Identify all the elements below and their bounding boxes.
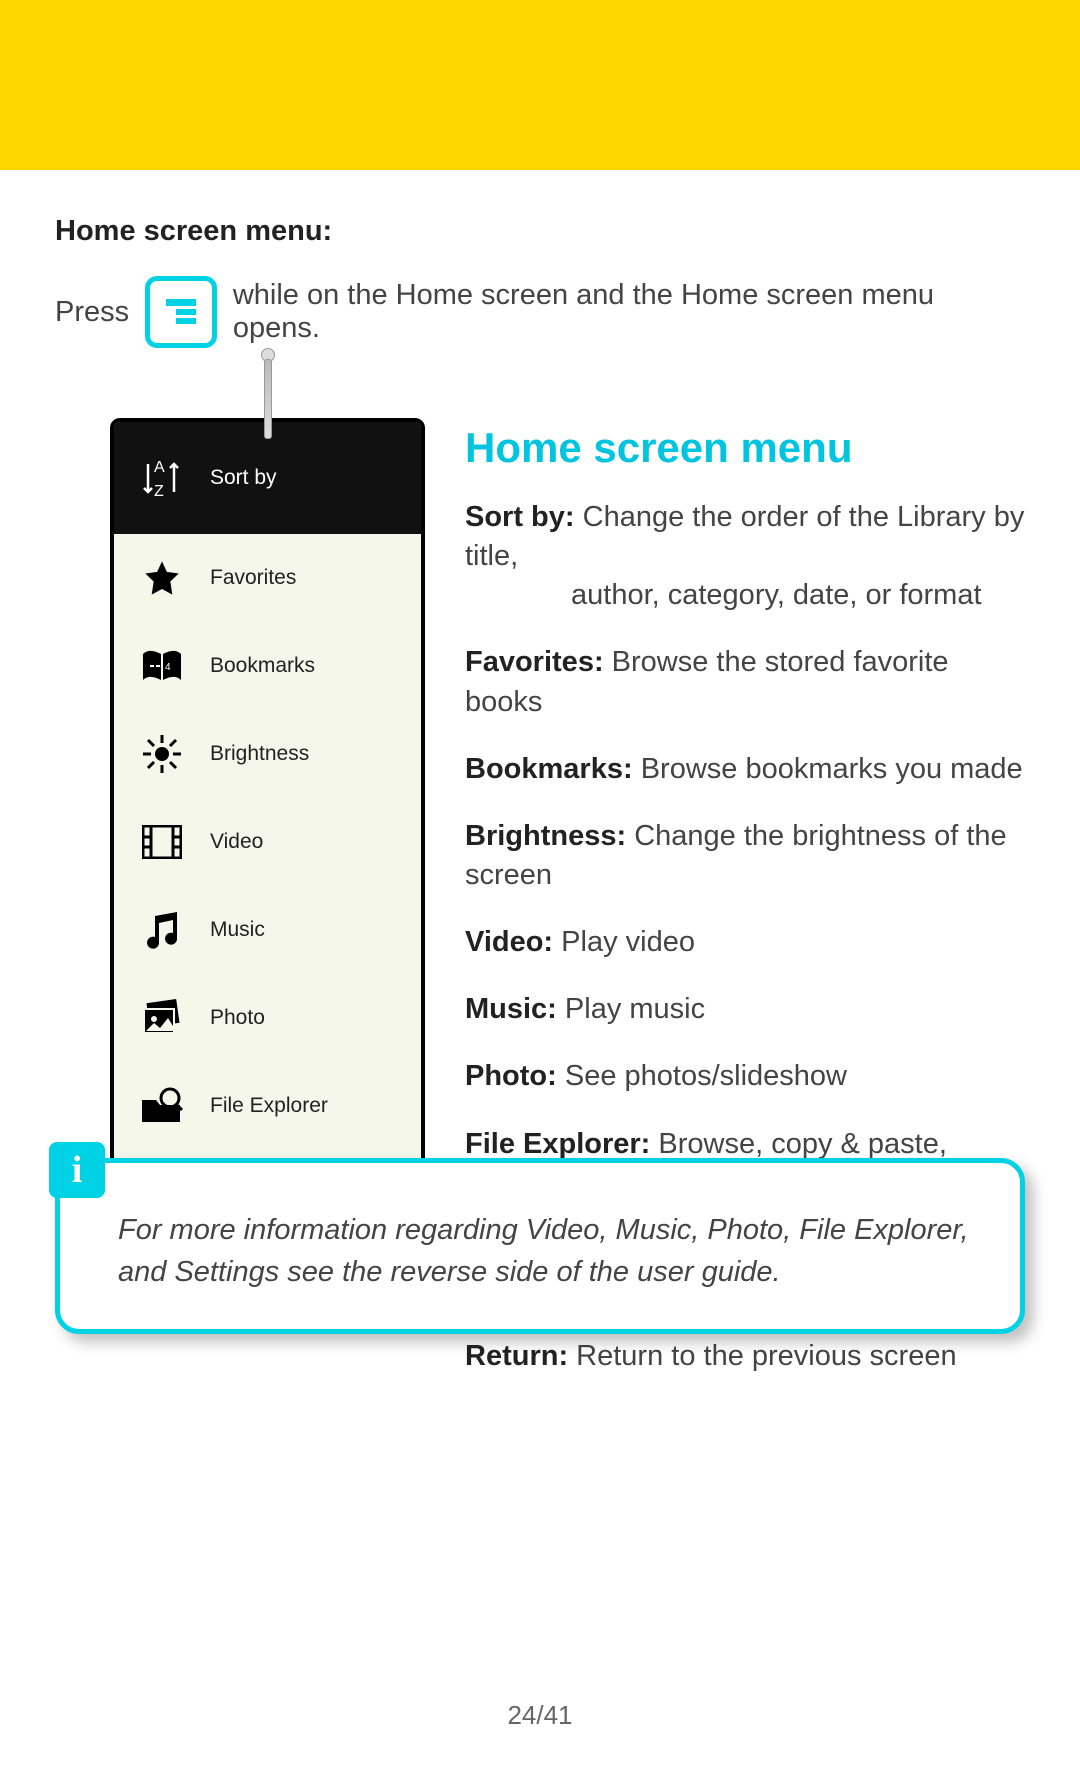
desc-text-2: author, category, date, or format: [465, 579, 982, 611]
desc-term: Photo:: [465, 1060, 557, 1092]
desc-text: Return to the previous screen: [576, 1340, 956, 1372]
menu-item-file-explorer[interactable]: File Explorer: [114, 1062, 421, 1150]
menu-item-video[interactable]: Video: [114, 798, 421, 886]
desc-favorites: Favorites: Browse the stored favorite bo…: [465, 643, 1025, 721]
desc-music: Music: Play music: [465, 990, 1025, 1029]
press-instruction: Press while on the Home screen and the H…: [55, 276, 1025, 348]
menu-label: Music: [210, 918, 401, 942]
press-before: Press: [55, 296, 129, 329]
desc-text: Browse bookmarks you made: [641, 753, 1023, 785]
svg-text:4: 4: [165, 662, 171, 673]
desc-term: Music:: [465, 993, 557, 1025]
desc-bookmarks: Bookmarks: Browse bookmarks you made: [465, 750, 1025, 789]
desc-term: Return:: [465, 1340, 568, 1372]
menu-label: Brightness: [210, 742, 401, 766]
desc-term: Brightness:: [465, 820, 626, 852]
info-text: For more information regarding Video, Mu…: [118, 1214, 969, 1288]
top-banner: [0, 0, 1080, 170]
desc-return: Return: Return to the previous screen: [465, 1337, 1025, 1376]
brightness-icon: [140, 732, 184, 776]
star-icon: [140, 556, 184, 600]
descriptions-title: Home screen menu: [465, 424, 1025, 472]
menu-item-favorites[interactable]: Favorites: [114, 534, 421, 622]
desc-term: File Explorer:: [465, 1128, 650, 1160]
book-icon: 4: [140, 644, 184, 688]
desc-term: Sort by:: [465, 501, 575, 533]
menu-button-icon: [145, 276, 217, 348]
desc-brightness: Brightness: Change the brightness of the…: [465, 817, 1025, 895]
menu-item-brightness[interactable]: Brightness: [114, 710, 421, 798]
music-icon: [140, 908, 184, 952]
desc-text: See photos/slideshow: [565, 1060, 847, 1092]
desc-text: Play video: [561, 926, 695, 958]
desc-sortby: Sort by: Change the order of the Library…: [465, 498, 1025, 615]
menu-label: File Explorer: [210, 1094, 401, 1118]
info-icon: i: [49, 1142, 105, 1198]
desc-video: Video: Play video: [465, 923, 1025, 962]
section-title: Home screen menu:: [55, 215, 1025, 248]
desc-photo: Photo: See photos/slideshow: [465, 1057, 1025, 1096]
menu-item-photo[interactable]: Photo: [114, 974, 421, 1062]
svg-text:A: A: [154, 459, 165, 476]
svg-text:Z: Z: [154, 483, 164, 500]
menu-label: Photo: [210, 1006, 401, 1030]
desc-term: Favorites:: [465, 646, 604, 678]
info-box: i For more information regarding Video, …: [55, 1158, 1025, 1334]
menu-label: Bookmarks: [210, 654, 401, 678]
menu-label: Video: [210, 830, 401, 854]
menu-label: Favorites: [210, 566, 401, 590]
photo-icon: [140, 996, 184, 1040]
antenna-icon: [261, 348, 275, 439]
sort-az-icon: A Z: [140, 456, 184, 500]
desc-text: Play music: [565, 993, 705, 1025]
menu-label: Sort by: [210, 466, 401, 490]
page-number: 24/41: [0, 1700, 1080, 1731]
press-after: while on the Home screen and the Home sc…: [233, 279, 1025, 345]
folder-search-icon: [140, 1084, 184, 1128]
desc-term: Video:: [465, 926, 553, 958]
menu-item-music[interactable]: Music: [114, 886, 421, 974]
film-icon: [140, 820, 184, 864]
menu-item-bookmarks[interactable]: 4 Bookmarks: [114, 622, 421, 710]
desc-term: Bookmarks:: [465, 753, 633, 785]
